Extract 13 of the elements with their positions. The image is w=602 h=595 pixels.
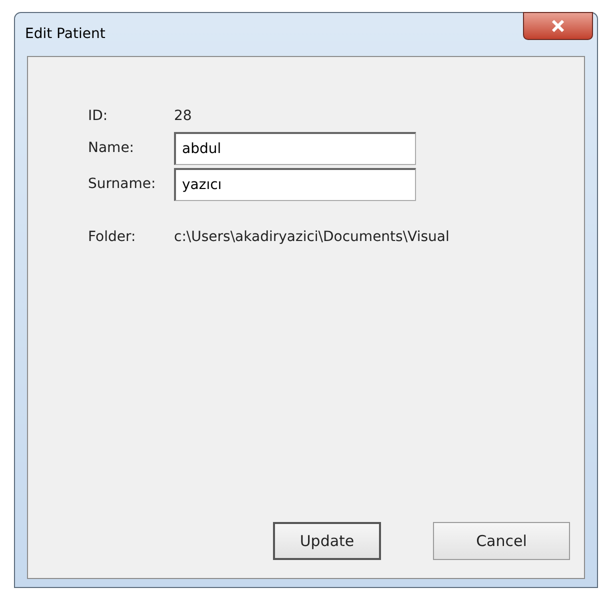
close-icon [551,20,565,32]
window-title: Edit Patient [25,25,106,44]
field-label: Name: [88,139,136,158]
dialog-button[interactable]: Update [273,522,381,560]
field-value: 28 [174,106,192,126]
field-value: c:\Users\akadiryazici\Documents\Visual [174,228,450,246]
field-label: Folder: [88,228,137,246]
field-label: Surname: [88,175,157,194]
text-field[interactable]: yazıcı [174,168,416,201]
field-label: ID: [88,106,109,126]
text-field[interactable]: abdul [174,132,416,165]
dialog-button[interactable]: Cancel [433,522,570,560]
close-button[interactable] [523,12,593,40]
